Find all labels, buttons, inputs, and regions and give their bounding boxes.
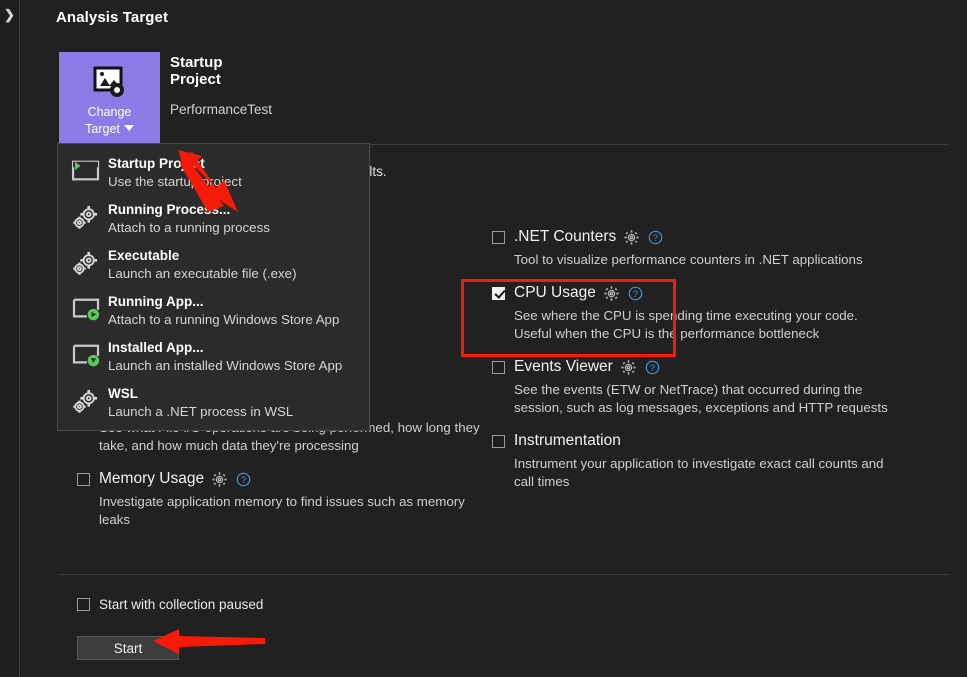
tool-checkbox-cpu-usage[interactable] (492, 286, 505, 300)
svg-text:?: ? (653, 232, 658, 242)
help-icon[interactable]: ? (628, 286, 643, 301)
change-target-label-line2-wrap: Target (85, 121, 134, 138)
tool-header[interactable]: Events Viewer? (492, 356, 897, 378)
menu-item-title: Installed App... (108, 340, 204, 355)
gears-icon (70, 247, 104, 282)
gears-icon (70, 385, 104, 420)
svg-text:?: ? (633, 288, 638, 298)
menu-item-text: Startup Project Use the startup project (104, 155, 242, 191)
change-target-label-line1: Change (87, 105, 132, 119)
start-paused-label: Start with collection paused (99, 597, 264, 612)
tool-header[interactable]: CPU Usage? (492, 282, 897, 304)
separator-bottom (59, 574, 949, 575)
start-paused-checkbox[interactable] (77, 598, 90, 611)
tool-description: See where the CPU is spending time execu… (514, 308, 858, 341)
chevron-right-icon[interactable]: ❯ (4, 8, 15, 21)
chevron-down-icon[interactable] (123, 125, 134, 131)
svg-text:?: ? (650, 362, 655, 372)
menu-item-title: WSL (108, 386, 138, 401)
menu-item-text: Executable Launch an executable file (.ex… (104, 247, 297, 283)
menu-item-title: Running Process... (108, 202, 231, 217)
menu-item-running-app[interactable]: Running App... Attach to a running Window… (58, 288, 369, 334)
start-paused-row[interactable]: Start with collection paused (77, 597, 263, 612)
tool-checkbox-net-counters[interactable] (492, 230, 505, 244)
tool-description: Investigate application memory to find i… (99, 494, 465, 527)
tool-checkbox-memory-usage[interactable] (77, 472, 90, 486)
tool-instrumentation: Instrumentation Instrument your applicati… (492, 430, 897, 491)
tool-cpu-usage: CPU Usage? See where the CPU is spending … (492, 282, 897, 343)
menu-item-text: Installed App... Launch an installed Wind… (104, 339, 342, 375)
change-target-label-line2: Target (85, 122, 120, 136)
tool-column-right: .NET Counters? Tool to visualize performa… (492, 226, 897, 504)
start-button[interactable]: Start (77, 636, 179, 660)
menu-item-subtitle: Attach to a running process (108, 220, 270, 235)
target-project-name: PerformanceTest (170, 102, 273, 117)
gear-icon[interactable] (212, 471, 227, 487)
target-info: Startup Project PerformanceTest (170, 54, 272, 117)
menu-item-startup-project[interactable]: Startup Project Use the startup project (58, 150, 369, 196)
tool-net-counters: .NET Counters? Tool to visualize performa… (492, 226, 897, 269)
left-rail: ❯ (0, 0, 20, 677)
menu-item-subtitle: Launch an installed Windows Store App (108, 358, 343, 373)
target-name: Startup Project (170, 54, 223, 88)
tool-description: See the events (ETW or NetTrace) that oc… (514, 382, 888, 415)
gear-icon[interactable] (604, 285, 619, 301)
page-title: Analysis Target (56, 9, 169, 26)
tool-header[interactable]: Memory Usage? (77, 468, 482, 490)
menu-item-text: Running Process... Attach to a running pr… (104, 201, 270, 237)
tool-description: Tool to visualize performance counters i… (514, 252, 863, 267)
menu-item-title: Executable (108, 248, 180, 263)
change-target-label: Change Target (85, 104, 134, 138)
tool-name: CPU Usage (514, 284, 596, 301)
tool-description: Instrument your application to investiga… (514, 456, 884, 489)
change-target-dropdown-menu[interactable]: Startup Project Use the startup project Ru… (57, 143, 370, 431)
tool-events-viewer: Events Viewer? See the events (ETW or Net… (492, 356, 897, 417)
tool-name: Instrumentation (514, 432, 621, 449)
menu-item-wsl[interactable]: WSL Launch a .NET process in WSL (58, 380, 369, 426)
change-target-button[interactable]: Change Target (59, 52, 160, 146)
menu-item-title: Running App... (108, 294, 204, 309)
svg-text:?: ? (241, 474, 246, 484)
gear-icon[interactable] (621, 359, 636, 375)
startup-project-icon (70, 155, 104, 188)
tool-checkbox-instrumentation[interactable] (492, 434, 505, 448)
menu-item-subtitle: Use the startup project (108, 174, 242, 189)
tool-header[interactable]: Instrumentation (492, 430, 897, 452)
tool-name: Memory Usage (99, 470, 205, 487)
analysis-target-icon (93, 66, 127, 98)
menu-item-installed-app[interactable]: Installed App... Launch an installed Wind… (58, 334, 369, 380)
menu-item-subtitle: Launch an executable file (.exe) (108, 266, 297, 281)
menu-item-title: Startup Project (108, 156, 205, 171)
profiler-analysis-target-page: ❯ Analysis Target Change Target Startup … (0, 0, 967, 677)
gear-icon[interactable] (624, 229, 639, 245)
running-app-icon (70, 293, 104, 326)
tool-name: .NET Counters (514, 228, 617, 245)
tool-name: Events Viewer (514, 358, 613, 375)
menu-item-subtitle: Launch a .NET process in WSL (108, 404, 294, 419)
menu-item-text: Running App... Attach to a running Window… (104, 293, 339, 329)
menu-item-subtitle: Attach to a running Windows Store App (108, 312, 340, 327)
menu-item-executable[interactable]: Executable Launch an executable file (.ex… (58, 242, 369, 288)
tool-memory-usage: Memory Usage? Investigate application mem… (77, 468, 482, 529)
help-icon[interactable]: ? (645, 360, 660, 375)
tool-checkbox-events-viewer[interactable] (492, 360, 505, 374)
menu-item-running-process[interactable]: Running Process... Attach to a running pr… (58, 196, 369, 242)
tool-header[interactable]: .NET Counters? (492, 226, 897, 248)
gears-icon (70, 201, 104, 236)
help-icon[interactable]: ? (236, 472, 251, 487)
menu-item-text: WSL Launch a .NET process in WSL (104, 385, 293, 421)
installed-app-icon (70, 339, 104, 372)
help-icon[interactable]: ? (648, 230, 663, 245)
